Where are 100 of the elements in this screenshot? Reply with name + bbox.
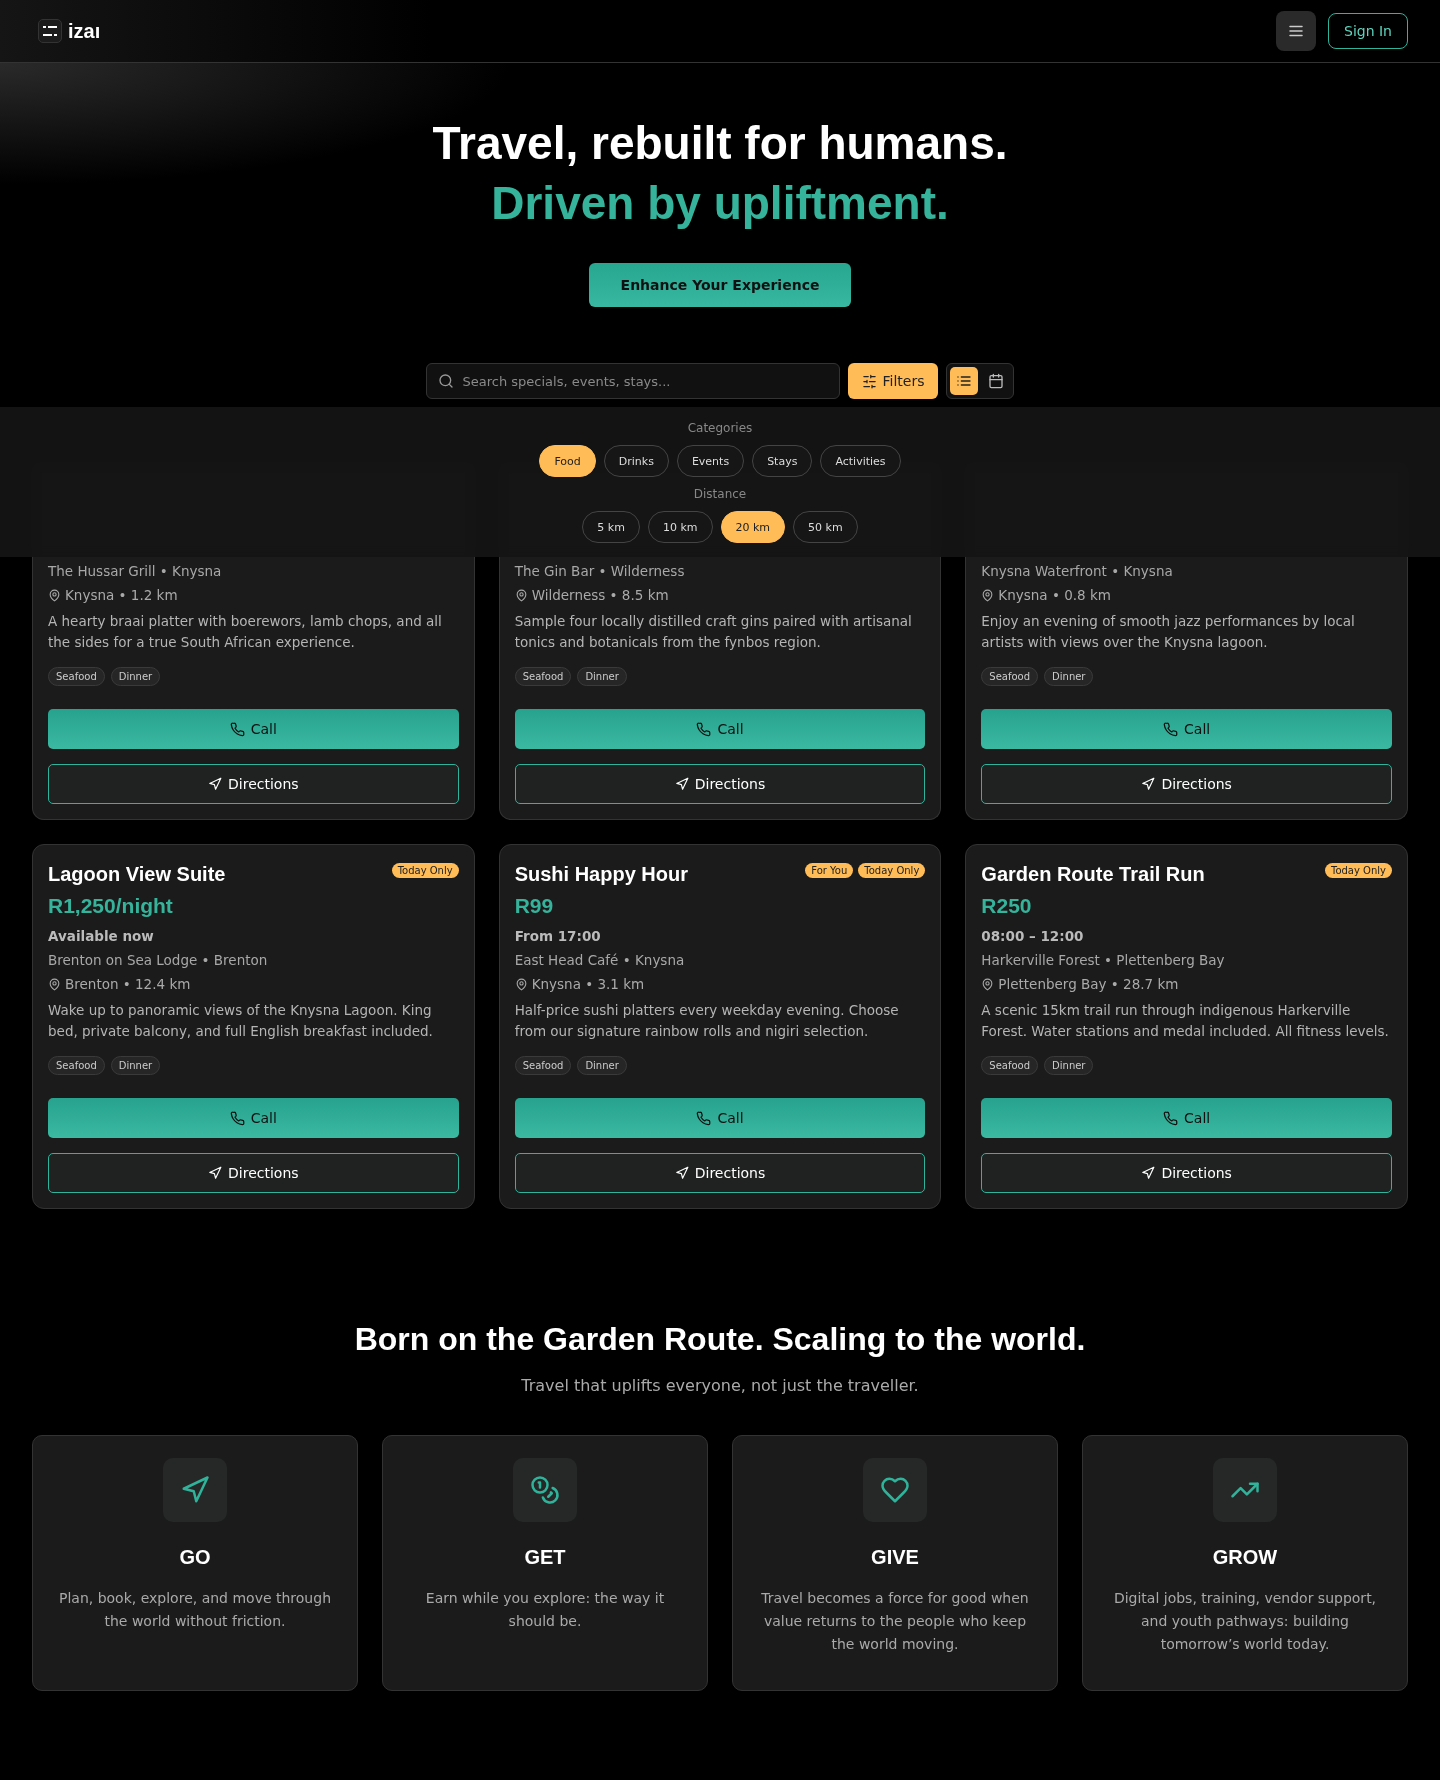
phone-icon [229, 1110, 245, 1126]
location-pin-icon [514, 977, 528, 991]
price-text: R250 [981, 894, 1033, 918]
tag: Seafood [514, 1056, 572, 1075]
location-text: Knysna • 3.1 km [531, 976, 645, 992]
send-arrow-icon [180, 1475, 210, 1505]
logo-text[interactable]: izaı [68, 19, 101, 43]
time-text: 08:00 – 12:00 [981, 928, 1085, 944]
navigation-arrow-icon [1141, 1166, 1156, 1180]
location-pin-icon [514, 588, 528, 602]
view-toggle[interactable] [950, 367, 979, 395]
location-text: Wilderness • 8.5 km [531, 587, 669, 603]
time-text: Available now [48, 928, 155, 944]
phone-icon [1163, 1110, 1179, 1126]
category-chip[interactable]: Activities [820, 445, 901, 477]
calendar-icon [988, 373, 1005, 389]
tag: Dinner [1044, 1056, 1094, 1075]
menu-button[interactable] [1276, 11, 1316, 51]
description-text: Half-price sushi platters every weekday evening. Choose from our signature rainbow rolls and nigiri selection. [514, 1001, 900, 1041]
badge: Today Only [391, 863, 459, 878]
pillar-title: GIVE [871, 1546, 919, 1569]
phone-icon [1163, 721, 1179, 737]
phone-icon [696, 721, 712, 737]
tag: Dinner [577, 667, 627, 686]
description-text: Wake up to panoramic views of the Knysna Lagoon. King bed, private balcony, and full English breakfast included. [48, 1001, 434, 1041]
hero-subtitle: Driven by upliftment. [490, 176, 950, 231]
directions-button[interactable]: Directions [514, 764, 926, 804]
call-button[interactable]: Call [514, 709, 926, 749]
venue-text: East Head Café • Knysna [514, 952, 686, 968]
distance-chip[interactable]: 5 km [582, 511, 640, 543]
call-button[interactable]: Call [48, 709, 459, 749]
distance-chip[interactable]: 50 km [793, 511, 858, 543]
category-chip[interactable]: Stays [752, 445, 813, 477]
tag: Dinner [110, 667, 161, 686]
distance-chip[interactable]: 20 km [720, 511, 786, 543]
pillar-title: GO [179, 1546, 211, 1569]
tag: Dinner [577, 1056, 627, 1075]
tag: Seafood [981, 667, 1039, 686]
price-text: R1,250/night [48, 894, 174, 918]
logo-icon [38, 19, 62, 43]
cta-button[interactable]: Enhance Your Experience [588, 263, 852, 307]
pillar-title: GET [524, 1546, 566, 1569]
coins-icon [530, 1475, 560, 1505]
location-text: Knysna • 1.2 km [65, 587, 178, 603]
heart-icon [880, 1475, 910, 1505]
directions-button[interactable]: Directions [981, 764, 1392, 804]
venue-text: Brenton on Sea Lodge • Brenton [48, 952, 269, 968]
pillar-title: GROW [1212, 1546, 1278, 1569]
description-text: Enjoy an evening of smooth jazz performances by local artists with views over the Knysna lagoon. [981, 612, 1356, 652]
pillar-text: Plan, book, explore, and move through the world without friction. [58, 1589, 332, 1631]
tag: Seafood [48, 667, 105, 686]
categories-label: Categories [687, 421, 753, 435]
distance-label: Distance [693, 487, 747, 501]
directions-button[interactable]: Directions [48, 764, 459, 804]
location-pin-icon [48, 588, 61, 602]
category-chip[interactable]: Food [539, 445, 596, 477]
location-pin-icon [981, 588, 995, 602]
sliders-icon [861, 373, 877, 389]
time-text: From 17:00 [514, 928, 602, 944]
tag: Dinner [110, 1056, 161, 1075]
call-button[interactable]: Call [48, 1098, 459, 1138]
tag: Seafood [48, 1056, 105, 1075]
badge: Today Only [858, 863, 926, 878]
pillar-text: Earn while you explore: the way it should be. [424, 1589, 666, 1631]
directions-button[interactable]: Directions [48, 1153, 459, 1193]
call-button[interactable]: Call [514, 1098, 926, 1138]
navigation-arrow-icon [208, 777, 223, 791]
description-text: Sample four locally distilled craft gins paired with artisanal tonics and botanicals from the fynbos region. [514, 612, 913, 652]
description-text: A hearty braai platter with boerewors, lamb chops, and all the sides for a true South African experience. [48, 612, 443, 652]
phone-icon [229, 721, 245, 737]
list-icon [956, 373, 973, 389]
distance-chip[interactable]: 10 km [647, 511, 713, 543]
directions-button[interactable]: Directions [514, 1153, 926, 1193]
badge: For You [805, 863, 854, 878]
location-pin-icon [48, 977, 61, 991]
category-chip[interactable]: Events [676, 445, 745, 477]
description-text: A scenic 15km trail run through indigenous Harkerville Forest. Water stations and medal included. All fitness levels. [981, 1001, 1390, 1041]
tag: Seafood [981, 1056, 1039, 1075]
hero-title: Travel, rebuilt for humans. [431, 116, 1009, 171]
directions-button[interactable]: Directions [981, 1153, 1392, 1193]
tag: Dinner [1044, 667, 1094, 686]
search-field[interactable]: Search specials, events, stays... [425, 363, 840, 399]
card-title: Garden Route Trail Run [981, 863, 1205, 886]
filters-button[interactable]: Filters [847, 363, 939, 399]
category-chip[interactable]: Drinks [603, 445, 669, 477]
navigation-arrow-icon [674, 777, 689, 791]
badge: Today Only [1324, 863, 1392, 878]
location-text: Brenton • 12.4 km [65, 976, 191, 992]
call-button[interactable]: Call [981, 1098, 1392, 1138]
venue-text: The Hussar Grill • Knysna [48, 563, 223, 579]
location-text: Knysna • 0.8 km [998, 587, 1111, 603]
section-subtitle: Travel that uplifts everyone, not just the traveller. [520, 1376, 920, 1395]
navigation-arrow-icon [674, 1166, 689, 1180]
location-text: Plettenberg Bay • 28.7 km [998, 976, 1179, 992]
sign-in-button[interactable]: Sign In [1328, 13, 1408, 49]
navigation-arrow-icon [208, 1166, 223, 1180]
card-title: Sushi Happy Hour [514, 863, 688, 886]
pillar-text: Travel becomes a force for good when value returns to the people who keep the world moving. [760, 1589, 1030, 1654]
venue-text: Knysna Waterfront • Knysna [981, 563, 1174, 579]
call-button[interactable]: Call [981, 709, 1392, 749]
